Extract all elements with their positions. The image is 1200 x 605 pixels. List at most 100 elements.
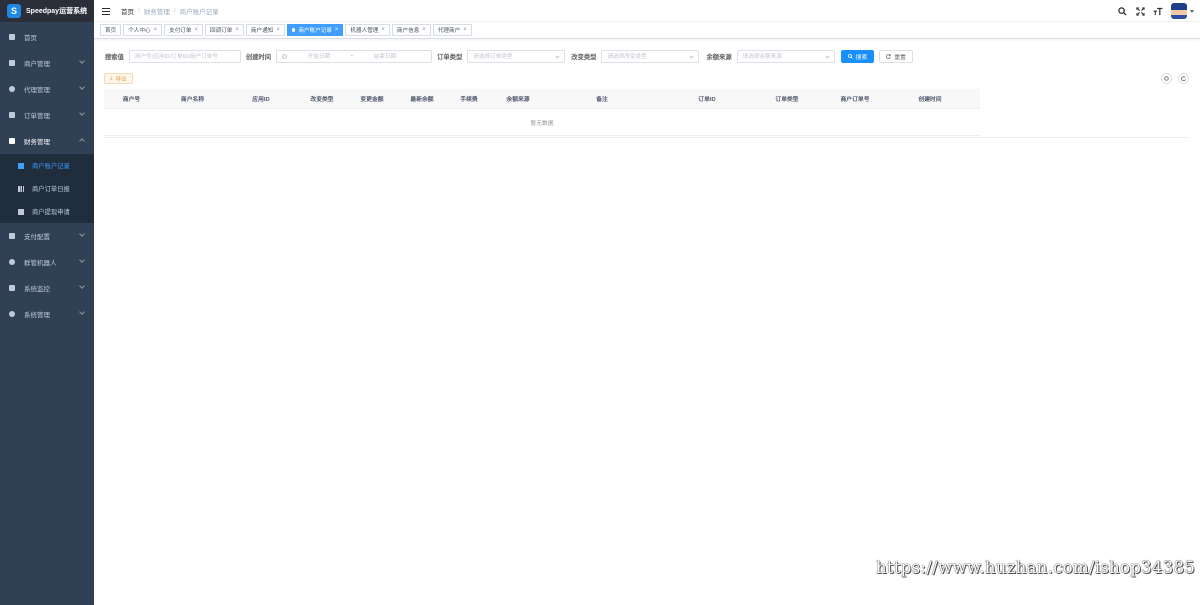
sidebar-item-merchant[interactable]: 商户管理: [0, 50, 94, 76]
column-header: 商户名称: [180, 97, 205, 103]
robot-icon: [9, 259, 15, 265]
table-header: 商户号 商户名称 应用ID 改变类型 变更金额 最新余额 手续费 余额来源 备注…: [104, 89, 980, 109]
select-placeholder: 请选择订单类型: [473, 54, 513, 60]
close-icon[interactable]: ×: [235, 27, 239, 33]
reset-button[interactable]: 重置: [879, 49, 913, 63]
close-icon[interactable]: ×: [381, 27, 385, 33]
range-separator: -: [351, 53, 353, 59]
refresh-button[interactable]: [1178, 73, 1189, 84]
tag-home[interactable]: 首页: [100, 24, 122, 36]
sidebar-item-system[interactable]: 系统管理: [0, 301, 94, 327]
chevron-up-icon: [79, 138, 85, 144]
order-icon: [9, 112, 15, 118]
breadcrumb-item[interactable]: 首页: [121, 6, 134, 16]
toggle-search-button[interactable]: [1161, 73, 1172, 84]
finance-submenu: 商户账户记录 商户订单日报 商户提现申请: [0, 154, 94, 223]
records-table: 商户号 商户名称 应用ID 改变类型 变更金额 最新余额 手续费 余额来源 备注…: [104, 89, 980, 136]
refresh-icon: [886, 53, 891, 59]
sidebar-item-label: 财务管理: [24, 139, 50, 146]
sidebar-item-label: 商户订单日报: [32, 186, 70, 193]
filter-form: 搜索值 商户号/应用ID/订单ID/商户订单号 创建时间 开始日期 - 结束日期…: [104, 49, 913, 63]
tag-label: 首页: [105, 28, 117, 34]
date-range-picker[interactable]: 开始日期 - 结束日期: [276, 49, 433, 63]
search-icon: [847, 53, 853, 59]
tag-callback-orders[interactable]: 回调订单 ×: [205, 24, 244, 36]
sidebar-item-finance[interactable]: 财务管理: [0, 128, 94, 154]
change-type-select[interactable]: 请选择改变类型: [601, 49, 700, 63]
close-icon[interactable]: ×: [195, 27, 199, 33]
column-header: 变更金额: [360, 97, 384, 103]
dashboard-icon: [9, 34, 15, 40]
sidebar-item-account-records[interactable]: 商户账户记录: [0, 154, 94, 177]
fullscreen-icon[interactable]: [1135, 6, 1145, 16]
close-icon[interactable]: ×: [276, 27, 280, 33]
close-icon[interactable]: ×: [335, 27, 339, 33]
sidebar-item-agent[interactable]: 代理管理: [0, 76, 94, 102]
chevron-down-icon: [79, 309, 85, 315]
sidebar-item-daily-report[interactable]: 商户订单日报: [0, 177, 94, 200]
sidebar: S Speedpay运营系统 首页 商户管理 代理管理 订单管理 财务管理 商户…: [0, 0, 94, 605]
sidebar-item-bot[interactable]: 群管机器人: [0, 249, 94, 275]
app-title: Speedpay运营系统: [26, 8, 88, 15]
close-icon[interactable]: ×: [154, 27, 158, 33]
column-header: 最新余额: [410, 97, 434, 103]
column-header: 商户订单号: [840, 97, 870, 103]
sidebar-item-label: 群管机器人: [24, 260, 57, 267]
tag-label: 商户信息: [396, 28, 420, 34]
sidebar-item-orders[interactable]: 订单管理: [0, 102, 94, 128]
tag-account-records[interactable]: 商户账户记录 ×: [286, 24, 344, 36]
chevron-down-icon: [79, 110, 85, 116]
chevron-down-icon: [79, 58, 85, 64]
chevron-down-icon: [825, 53, 830, 59]
merchant-icon: [9, 60, 15, 66]
order-type-select[interactable]: 请选择订单类型: [467, 49, 566, 63]
column-header: 余额来源: [506, 97, 530, 103]
reset-button-label: 重置: [894, 54, 906, 61]
close-icon[interactable]: ×: [422, 27, 426, 33]
export-button[interactable]: ⤓ 导出: [104, 73, 133, 84]
finance-icon: [9, 138, 15, 144]
sidebar-item-payment-config[interactable]: 支付配置: [0, 223, 94, 249]
tag-agent-merchant[interactable]: 代理商户 ×: [432, 24, 472, 36]
divider: [104, 137, 1188, 138]
search-icon: [1164, 76, 1169, 81]
column-header: 手续费: [460, 97, 478, 103]
close-icon[interactable]: ×: [463, 27, 467, 33]
monitor-icon: [9, 285, 15, 291]
sidebar-item-label: 首页: [24, 35, 37, 42]
logo-icon: S: [7, 4, 21, 18]
active-dot-icon: [291, 28, 296, 32]
tag-merchant-notify[interactable]: 商户通知 ×: [245, 24, 285, 36]
sidebar-item-label: 商户管理: [24, 61, 50, 68]
start-date-input[interactable]: 开始日期: [308, 52, 330, 60]
hamburger-icon[interactable]: [101, 6, 115, 16]
sidebar-item-monitor[interactable]: 系统监控: [0, 275, 94, 301]
tag-profile[interactable]: 个人中心 ×: [123, 24, 163, 36]
tag-label: 机器人管理: [350, 28, 379, 34]
empty-state: 暂无数据: [104, 109, 980, 136]
balance-source-select[interactable]: 请选择余额来源: [736, 49, 835, 63]
chevron-down-icon: [555, 53, 560, 59]
sidebar-item-withdraw[interactable]: 商户提现申请: [0, 200, 94, 223]
breadcrumb-item: 商户账户记录: [179, 8, 219, 16]
sidebar-item-label: 商户提现申请: [32, 209, 70, 216]
tag-label: 回调订单: [210, 28, 233, 34]
breadcrumb-item: 财务管理: [143, 8, 170, 16]
tag-merchant-info[interactable]: 商户信息 ×: [391, 24, 431, 36]
avatar[interactable]: [1171, 3, 1187, 19]
watermark: https://www.huzhan.com/ishop34385: [876, 558, 1196, 577]
search-icon[interactable]: [1117, 6, 1127, 16]
tag-pay-orders[interactable]: 支付订单 ×: [164, 24, 204, 36]
search-input[interactable]: 商户号/应用ID/订单ID/商户订单号: [128, 49, 241, 63]
sidebar-item-home[interactable]: 首页: [0, 24, 94, 50]
search-button[interactable]: 搜索: [840, 49, 875, 63]
tag-bot-manage[interactable]: 机器人管理 ×: [345, 24, 390, 36]
sidebar-item-label: 商户账户记录: [32, 163, 70, 170]
app-logo[interactable]: S Speedpay运营系统: [0, 0, 94, 22]
column-header: 应用ID: [252, 97, 270, 103]
app-root: S Speedpay运营系统 首页 商户管理 代理管理 订单管理 财务管理 商户…: [0, 0, 1200, 605]
caret-down-icon[interactable]: [1190, 9, 1194, 13]
font-size-icon[interactable]: [1153, 6, 1163, 16]
sidebar-item-label: 系统监控: [24, 286, 50, 293]
end-date-input[interactable]: 结束日期: [374, 52, 396, 60]
